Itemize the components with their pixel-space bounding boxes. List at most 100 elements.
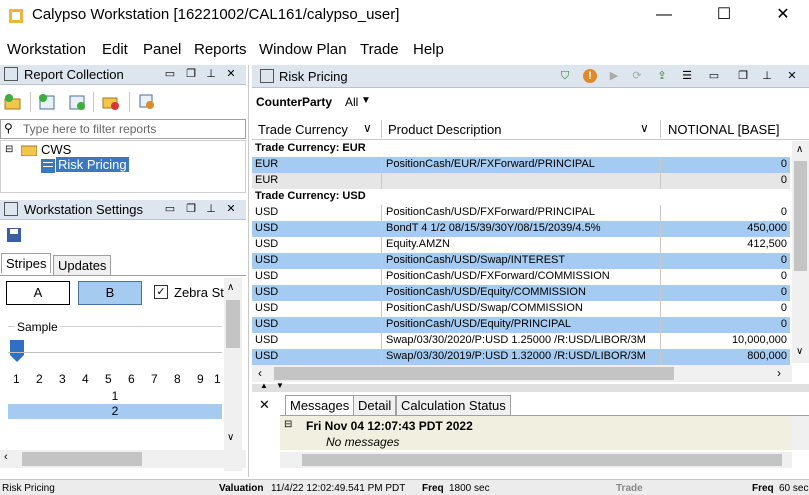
restore-icon[interactable]: ❐ <box>184 67 198 81</box>
cell-product-description: PositionCash/USD/FXForward/COMMISSION <box>386 270 610 282</box>
list-item-selected[interactable]: 2 <box>8 404 222 419</box>
warning-icon[interactable]: ! <box>583 69 597 83</box>
tab-stripes[interactable]: Stripes <box>1 253 52 273</box>
filter-icon[interactable]: ⛉ <box>558 69 572 83</box>
chevron-left-icon[interactable]: ‹ <box>4 451 8 463</box>
report-toolbar <box>0 86 246 118</box>
chevron-down-icon[interactable]: ∨ <box>227 432 234 443</box>
col-product-description[interactable]: Product Description <box>388 122 501 137</box>
table-row[interactable]: USD PositionCash/USD/FXForward/PRINCIPAL 0 <box>252 205 790 221</box>
zebra-checkbox[interactable]: ✓ <box>154 285 168 299</box>
menu-reports[interactable]: Reports <box>194 41 247 58</box>
new-folder-icon[interactable] <box>4 93 22 111</box>
table-row[interactable]: USD Equity.AMZN 412,500 <box>252 237 790 253</box>
sample-slider[interactable]: Sample <box>8 320 222 366</box>
chevron-right-icon[interactable]: › <box>777 366 781 380</box>
table-row[interactable]: USD Swap/03/30/2020/P:USD 1.25000 /R:USD/… <box>252 333 790 349</box>
close-button[interactable]: ✕ <box>763 2 803 28</box>
tree-item-risk-pricing[interactable]: Risk Pricing <box>56 157 129 172</box>
freq2-label: Freq <box>752 483 774 494</box>
report-filter[interactable]: ⚲ Type here to filter reports <box>0 119 246 139</box>
close-icon[interactable]: ✕ <box>224 202 238 216</box>
filter-input[interactable]: Type here to filter reports <box>23 122 156 136</box>
group-row[interactable]: Trade Currency: USD <box>252 189 790 205</box>
report-icon <box>41 159 55 173</box>
stripe-b-button[interactable]: B <box>78 281 142 305</box>
messages-hscrollbar[interactable] <box>280 452 792 468</box>
splitter[interactable]: ▲ ▼ <box>252 381 809 392</box>
table-row[interactable]: USD PositionCash/USD/Swap/INTEREST 0 <box>252 253 790 269</box>
chevron-down-icon[interactable]: ∨ <box>796 346 803 357</box>
slider-thumb[interactable] <box>10 340 24 362</box>
minimize-button[interactable]: — <box>644 2 684 28</box>
menu-trade[interactable]: Trade <box>360 41 399 58</box>
menu-help[interactable]: Help <box>413 41 444 58</box>
list-icon[interactable]: ☰ <box>680 69 694 83</box>
settings-hscrollbar[interactable]: ‹ <box>0 450 246 468</box>
tab-messages[interactable]: Messages <box>285 395 355 415</box>
cell-product-description: Equity.AMZN <box>386 238 450 250</box>
table-row[interactable]: EUR PositionCash/EUR/FXForward/PRINCIPAL 0 <box>252 157 790 173</box>
pin-icon[interactable]: ⊥ <box>204 202 218 216</box>
settings-icon[interactable] <box>138 93 156 111</box>
table-row[interactable]: USD PositionCash/USD/Swap/COMMISSION 0 <box>252 301 790 317</box>
chevron-up-icon[interactable]: ∧ <box>796 144 803 155</box>
table-row[interactable]: USD PositionCash/USD/FXForward/COMMISSION… <box>252 269 790 285</box>
menu-workstation[interactable]: Workstation <box>7 41 86 58</box>
table-row[interactable]: EUR 0 <box>252 173 790 189</box>
save-icon[interactable] <box>7 228 21 242</box>
menu-edit[interactable]: Edit <box>102 41 128 58</box>
dropdown-arrow-icon[interactable]: ▼ <box>361 95 371 106</box>
table-row[interactable]: USD PositionCash/USD/Equity/COMMISSION 0 <box>252 285 790 301</box>
cell-product-description: PositionCash/USD/FXForward/PRINCIPAL <box>386 206 595 218</box>
cell-trade-currency: USD <box>255 222 279 234</box>
settings-scrollbar[interactable]: ∧ ∨ <box>224 278 242 471</box>
close-icon[interactable]: ✕ <box>224 67 238 81</box>
minimize-icon[interactable]: ▭ <box>707 69 721 83</box>
tab-detail[interactable]: Detail <box>353 395 397 415</box>
stripe-a-button[interactable]: A <box>6 281 70 305</box>
menu-window-plan[interactable]: Window Plan <box>259 41 347 58</box>
counterparty-dropdown[interactable]: All <box>345 95 358 109</box>
add-report-icon[interactable] <box>68 93 86 111</box>
minimize-icon[interactable]: ▭ <box>163 202 177 216</box>
refresh-icon[interactable]: ⟳ <box>630 69 644 83</box>
close-icon[interactable]: ✕ <box>259 397 270 413</box>
cell-trade-currency: USD <box>255 318 279 330</box>
collapse-icon[interactable]: ⊟ <box>5 144 13 155</box>
tree-root-cws[interactable]: CWS <box>41 142 71 157</box>
splitter-up-icon[interactable]: ▲ <box>260 381 268 390</box>
table-row[interactable]: USD PositionCash/USD/Equity/PRINCIPAL 0 <box>252 317 790 333</box>
collapse-icon[interactable]: ⊟ <box>284 419 292 430</box>
restore-icon[interactable]: ❐ <box>184 202 198 216</box>
new-report-icon[interactable] <box>38 93 56 111</box>
chevron-down-icon[interactable]: ∨ <box>640 121 649 135</box>
pin-icon[interactable]: ⊥ <box>204 67 218 81</box>
tab-calculation-status[interactable]: Calculation Status <box>396 395 511 415</box>
menu-panel[interactable]: Panel <box>143 41 181 58</box>
table-row[interactable]: USD BondT 4 1/2 08/15/39/30Y/08/15/2039/4… <box>252 221 790 237</box>
tab-updates[interactable]: Updates <box>53 255 112 275</box>
cell-trade-currency: Trade Currency: USD <box>255 190 366 202</box>
maximize-button[interactable]: ☐ <box>704 2 744 28</box>
minimize-icon[interactable]: ▭ <box>163 67 177 81</box>
group-row[interactable]: Trade Currency: EUR <box>252 141 790 157</box>
grid-vscrollbar[interactable]: ∧ ∨ <box>792 141 809 363</box>
chevron-left-icon[interactable]: ‹ <box>258 366 262 380</box>
col-trade-currency[interactable]: Trade Currency <box>258 122 348 137</box>
run-icon[interactable]: ▶ <box>607 69 621 83</box>
grid-hscrollbar[interactable]: ‹ › <box>252 365 792 382</box>
splitter-down-icon[interactable]: ▼ <box>276 381 284 390</box>
table-row[interactable]: USD Swap/03/30/2019/P:USD 1.32000 /R:USD/… <box>252 349 790 365</box>
report-tree: ⊟ CWS Risk Pricing <box>0 140 246 193</box>
chevron-down-icon[interactable]: ∨ <box>363 121 372 135</box>
messages-vscrollbar[interactable] <box>792 416 809 450</box>
restore-icon[interactable]: ❐ <box>736 69 750 83</box>
export-icon[interactable]: ⇪ <box>655 69 669 83</box>
chevron-up-icon[interactable]: ∧ <box>227 282 234 293</box>
delete-icon[interactable] <box>102 93 120 111</box>
col-notional[interactable]: NOTIONAL [BASE] <box>668 122 780 137</box>
pin-icon[interactable]: ⊥ <box>760 69 774 83</box>
list-item[interactable]: 1 <box>8 389 222 404</box>
close-icon[interactable]: ✕ <box>785 69 799 83</box>
